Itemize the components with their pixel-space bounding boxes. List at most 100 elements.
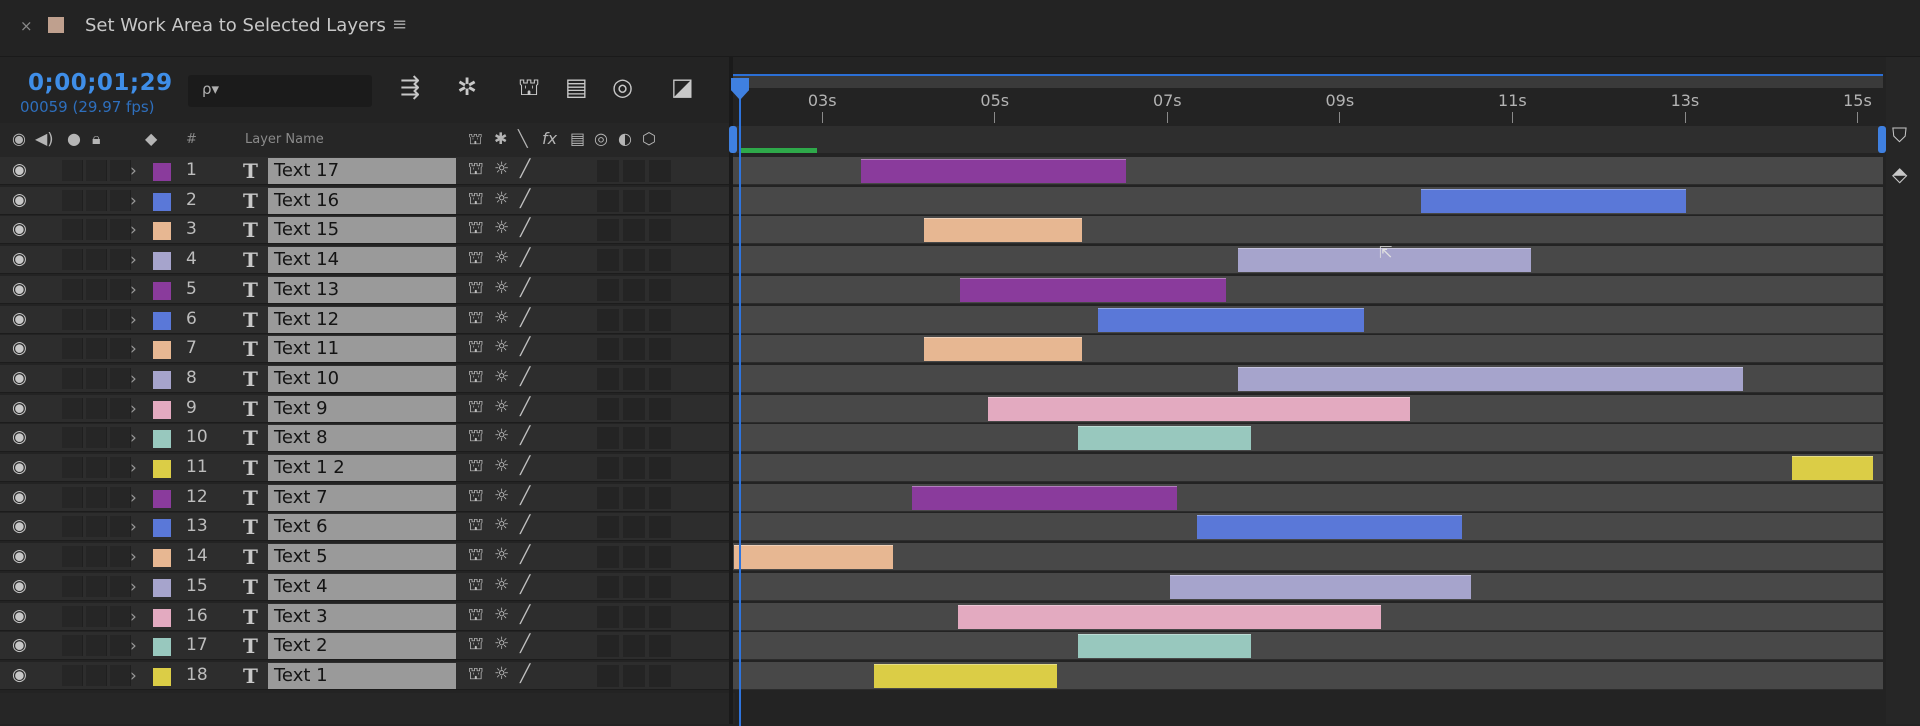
motion-blur-switch[interactable] (623, 249, 645, 271)
audio-toggle[interactable] (62, 487, 83, 508)
work-area-start-handle[interactable] (729, 126, 737, 153)
lock-toggle[interactable] (110, 249, 131, 270)
visibility-eye-icon[interactable]: ◉ (12, 220, 27, 238)
label-color-chip[interactable] (153, 549, 171, 567)
layer-duration-bar[interactable] (1078, 426, 1251, 450)
shy-switch-icon[interactable]: ⛫ (468, 189, 484, 211)
label-color-chip[interactable] (153, 401, 171, 419)
frame-blend-switch[interactable] (597, 606, 619, 628)
visibility-eye-icon[interactable]: ◉ (12, 369, 27, 387)
layer-row[interactable]: ◉ › 3 T Text 15 ⛫ ☼ ╱ (0, 216, 735, 244)
visibility-eye-icon[interactable]: ◉ (12, 666, 27, 684)
frame-blend-switch[interactable] (597, 190, 619, 212)
comp-button-icon[interactable]: ⬘ (1892, 162, 1907, 186)
quality-switch-icon[interactable]: ╱ (520, 575, 530, 595)
expand-chevron-icon[interactable]: › (130, 428, 137, 448)
visibility-eye-icon[interactable]: ◉ (12, 339, 27, 357)
motion-blur-switch[interactable] (623, 219, 645, 241)
adjustment-switch[interactable] (649, 516, 671, 538)
adjustment-switch[interactable] (649, 309, 671, 331)
frame-blend-switch[interactable] (597, 635, 619, 657)
visibility-eye-icon[interactable]: ◉ (12, 458, 27, 476)
layer-duration-bar[interactable] (860, 159, 1126, 183)
audio-toggle[interactable] (62, 309, 83, 330)
draft-3d-icon[interactable]: ✲ (457, 75, 477, 99)
adjustment-switch[interactable] (649, 665, 671, 687)
shy-switch-icon[interactable]: ⛫ (468, 248, 484, 270)
adjustment-switch[interactable] (649, 635, 671, 657)
lock-toggle[interactable] (110, 398, 131, 419)
adjustment-switch[interactable] (649, 368, 671, 390)
solo-toggle[interactable] (86, 546, 107, 567)
composition-tab-title[interactable]: Set Work Area to Selected Layers (85, 15, 386, 36)
audio-column-icon[interactable]: ◀) (35, 129, 54, 148)
solo-toggle[interactable] (86, 457, 107, 478)
frame-blend-switch[interactable] (597, 398, 619, 420)
current-timecode[interactable]: 0;00;01;29 (28, 70, 173, 96)
lock-toggle[interactable] (110, 309, 131, 330)
audio-toggle[interactable] (62, 368, 83, 389)
motion-blur-switch[interactable] (623, 309, 645, 331)
layer-row[interactable]: ◉ › 9 T Text 9 ⛫ ☼ ╱ (0, 395, 735, 423)
lock-toggle[interactable] (110, 457, 131, 478)
frame-blend-switch[interactable] (597, 309, 619, 331)
shy-switch-icon[interactable]: ⛫ (468, 308, 484, 330)
visibility-eye-icon[interactable]: ◉ (12, 517, 27, 535)
lock-toggle[interactable] (110, 190, 131, 211)
lock-toggle[interactable] (110, 368, 131, 389)
audio-toggle[interactable] (62, 635, 83, 656)
shy-switch-icon[interactable]: ⛫ (468, 634, 484, 656)
quality-switch-icon[interactable]: ╱ (520, 664, 530, 684)
frame-blend-switch[interactable] (597, 249, 619, 271)
motion-blur-switch[interactable] (623, 427, 645, 449)
layer-duration-bar[interactable] (1197, 515, 1462, 539)
quality-switch-icon[interactable]: ╱ (520, 545, 530, 565)
frame-blend-header-icon[interactable]: ▤ (570, 129, 585, 148)
motion-blur-switch[interactable] (623, 546, 645, 568)
shy-switch-icon[interactable]: ⛫ (468, 218, 484, 240)
visibility-eye-icon[interactable]: ◉ (12, 547, 27, 565)
frame-blend-switch[interactable] (597, 338, 619, 360)
label-color-chip[interactable] (153, 222, 171, 240)
layer-row[interactable]: ◉ › 18 T Text 1 ⛫ ☼ ╱ (0, 662, 735, 690)
collapse-switch-icon[interactable]: ☼ (494, 337, 509, 357)
solo-toggle[interactable] (86, 219, 107, 240)
adjustment-switch[interactable] (649, 546, 671, 568)
solo-toggle[interactable] (86, 338, 107, 359)
audio-toggle[interactable] (62, 398, 83, 419)
label-color-chip[interactable] (153, 193, 171, 211)
visibility-eye-icon[interactable]: ◉ (12, 636, 27, 654)
expand-chevron-icon[interactable]: › (130, 220, 137, 240)
expand-chevron-icon[interactable]: › (130, 310, 137, 330)
collapse-switch-icon[interactable]: ☼ (494, 278, 509, 298)
motion-blur-switch[interactable] (623, 457, 645, 479)
visibility-eye-icon[interactable]: ◉ (12, 250, 27, 268)
adjustment-switch[interactable] (649, 398, 671, 420)
adjustment-switch[interactable] (649, 338, 671, 360)
layer-row[interactable]: ◉ › 11 T Text 1 2 ⛫ ☼ ╱ (0, 454, 735, 482)
layer-row[interactable]: ◉ › 12 T Text 7 ⛫ ☼ ╱ (0, 484, 735, 512)
adjustment-switch[interactable] (649, 487, 671, 509)
solo-toggle[interactable] (86, 576, 107, 597)
adjustment-switch[interactable] (649, 457, 671, 479)
layer-row[interactable]: ◉ › 6 T Text 12 ⛫ ☼ ╱ (0, 306, 735, 334)
audio-toggle[interactable] (62, 219, 83, 240)
adjustment-switch[interactable] (649, 249, 671, 271)
comp-marker-icon[interactable]: ⛉ (1892, 123, 1907, 147)
expand-chevron-icon[interactable]: › (130, 458, 137, 478)
expand-chevron-icon[interactable]: › (130, 666, 137, 686)
time-ruler[interactable]: 03s 05s 07s 09s 11s 13s 15s (733, 88, 1883, 124)
audio-toggle[interactable] (62, 338, 83, 359)
solo-toggle[interactable] (86, 160, 107, 181)
visibility-eye-icon[interactable]: ◉ (12, 577, 27, 595)
label-color-chip[interactable] (153, 312, 171, 330)
layer-duration-bar[interactable] (958, 605, 1381, 629)
adjustment-layer-header-icon[interactable]: ◐ (618, 129, 632, 148)
layer-row[interactable]: ◉ › 13 T Text 6 ⛫ ☼ ╱ (0, 513, 735, 541)
lock-toggle[interactable] (110, 279, 131, 300)
collapse-switch-icon[interactable]: ☼ (494, 397, 509, 417)
collapse-switch-header-icon[interactable]: ✱ (494, 129, 507, 148)
expand-chevron-icon[interactable]: › (130, 280, 137, 300)
lock-toggle[interactable] (110, 546, 131, 567)
shy-switch-icon[interactable]: ⛫ (468, 337, 484, 359)
